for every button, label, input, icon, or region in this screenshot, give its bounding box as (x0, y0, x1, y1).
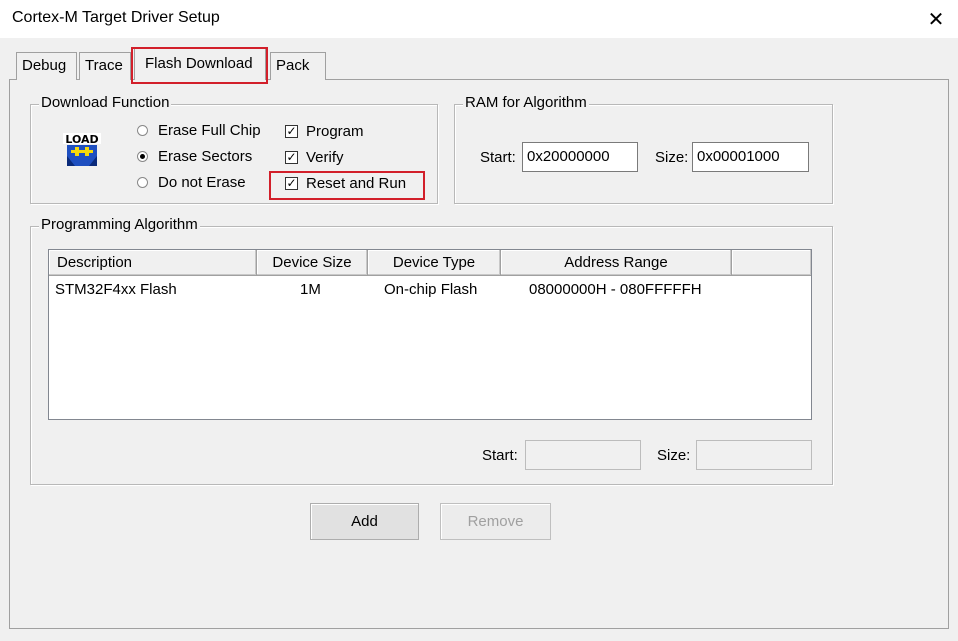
radio-erase-full-chip[interactable]: Erase Full Chip (137, 122, 261, 139)
column-address-range[interactable]: Address Range (501, 250, 732, 276)
checkbox-program[interactable]: ✓ Program (285, 123, 364, 140)
download-function-title: Download Function (39, 94, 172, 111)
table-row[interactable]: STM32F4xx Flash 1M On-chip Flash 0800000… (49, 278, 811, 302)
checkmark-icon[interactable]: ✓ (285, 125, 298, 138)
load-icon: LOAD (63, 133, 101, 166)
tab-pack[interactable]: Pack (270, 52, 326, 80)
radio-erase-sectors[interactable]: Erase Sectors (137, 148, 252, 165)
window-title: Cortex-M Target Driver Setup (12, 9, 220, 26)
checkbox-verify[interactable]: ✓ Verify (285, 149, 344, 166)
title-bar: Cortex-M Target Driver Setup ✕ (0, 0, 958, 38)
ram-for-algorithm-title: RAM for Algorithm (463, 94, 589, 111)
cell-address-range: 08000000H - 080FFFFFH (529, 281, 702, 298)
erase-full-chip-label: Erase Full Chip (158, 122, 261, 139)
cell-device-size: 1M (300, 281, 321, 298)
checkmark-icon[interactable]: ✓ (285, 151, 298, 164)
close-icon[interactable]: ✕ (914, 0, 958, 38)
erase-sectors-label: Erase Sectors (158, 148, 253, 165)
radio-dot[interactable] (137, 177, 148, 188)
program-label: Program (306, 123, 364, 140)
radio-dot[interactable] (137, 125, 148, 136)
cell-device-type: On-chip Flash (384, 281, 478, 298)
algo-start-label: Start: (482, 447, 518, 464)
remove-button[interactable]: Remove (440, 503, 551, 540)
ram-size-input[interactable]: 0x00001000 (692, 142, 809, 172)
column-filler (732, 250, 811, 276)
flash-download-tab-highlight (131, 47, 268, 84)
do-not-erase-label: Do not Erase (158, 174, 246, 191)
algo-size-label: Size: (657, 447, 691, 464)
reset-and-run-highlight (269, 171, 425, 200)
programming-algorithm-title: Programming Algorithm (39, 216, 200, 233)
tab-debug[interactable]: Debug (16, 52, 77, 80)
algorithm-list[interactable]: Description Device Size Device Type Addr… (48, 249, 812, 420)
ram-start-input[interactable]: 0x20000000 (522, 142, 638, 172)
tab-trace[interactable]: Trace (79, 52, 131, 80)
cell-description: STM32F4xx Flash (55, 281, 177, 298)
ram-start-label: Start: (480, 149, 516, 166)
verify-label: Verify (306, 149, 344, 166)
list-header: Description Device Size Device Type Addr… (49, 250, 811, 276)
algo-start-input[interactable] (525, 440, 641, 470)
ram-size-label: Size: (655, 149, 689, 166)
column-device-size[interactable]: Device Size (257, 250, 368, 276)
radio-dot-selected[interactable] (137, 151, 148, 162)
radio-do-not-erase[interactable]: Do not Erase (137, 174, 246, 191)
column-device-type[interactable]: Device Type (368, 250, 501, 276)
svg-text:LOAD: LOAD (65, 133, 98, 146)
algo-size-input[interactable] (696, 440, 812, 470)
add-button[interactable]: Add (310, 503, 419, 540)
column-description[interactable]: Description (49, 250, 257, 276)
